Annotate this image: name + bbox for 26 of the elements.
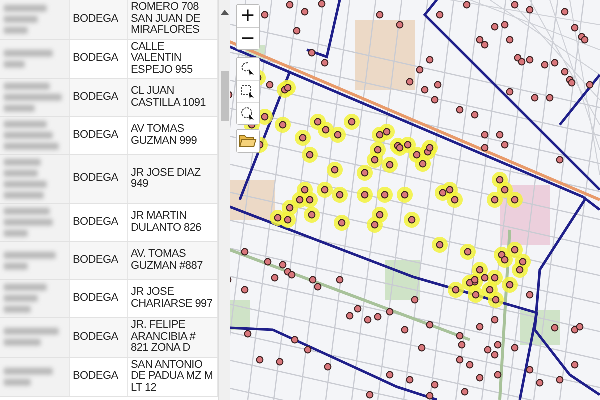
address-cell: JR MARTIN DULANTO 826 [128, 204, 218, 241]
address-cell: JR JOSE CHARIARSE 997 [128, 280, 218, 317]
zoom-out-button[interactable]: − [237, 27, 259, 49]
folder-icon [239, 134, 257, 148]
box-select-icon [240, 84, 256, 100]
circle-select-icon [240, 106, 256, 122]
address-cell: CALLE VALENTIN ESPEJO 955 [128, 40, 218, 78]
address-cell: AV TOMAS GUZMAN 999 [128, 117, 218, 154]
scrollbar[interactable] [218, 0, 230, 400]
circle-select-button[interactable] [237, 102, 259, 124]
scroll-up-icon[interactable] [220, 9, 228, 15]
type-cell: BODEGA [70, 79, 128, 116]
type-cell: BODEGA [70, 318, 128, 356]
address-cell: AV. TOMAS GUZMAN #887 [128, 242, 218, 279]
type-cell: BODEGA [70, 242, 128, 279]
type-cell: BODEGA [70, 155, 128, 203]
map-drawing[interactable] [230, 0, 600, 400]
open-file-button[interactable] [237, 130, 259, 152]
scroll-thumb[interactable] [220, 71, 228, 121]
lasso-select-icon [240, 61, 256, 77]
address-cell: ROMERO 708 SAN JUAN DE MIRAFLORES [128, 0, 218, 38]
type-cell: BODEGA [70, 0, 128, 38]
address-cell: JR. FELIPE ARANCIBIA # 821 ZONA D [128, 318, 218, 356]
address-cell: JR JOSE DIAZ 949 [128, 155, 218, 203]
box-select-button[interactable] [237, 80, 259, 102]
address-cell: CL JUAN CASTILLA 1091 [128, 79, 218, 116]
